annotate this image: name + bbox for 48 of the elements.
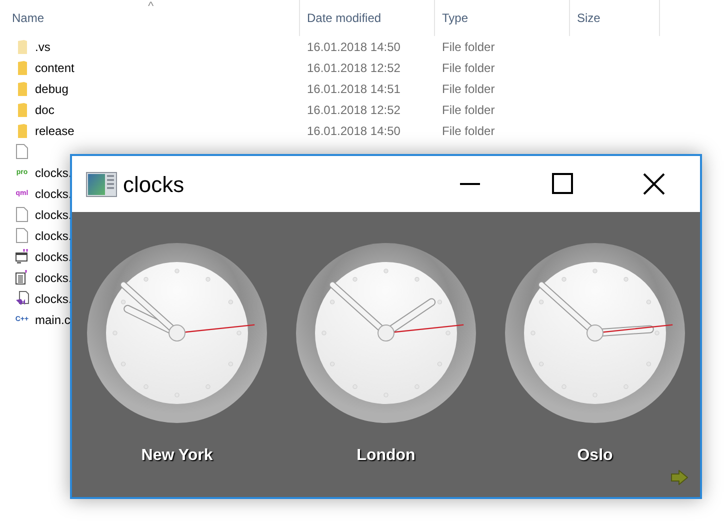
date-cell: 16.01.2018 14:50 bbox=[307, 40, 400, 54]
folder-icon bbox=[18, 82, 26, 96]
date-cell: 16.01.2018 14:51 bbox=[307, 82, 400, 96]
type-cell: File folder bbox=[442, 124, 495, 138]
file-icon bbox=[16, 144, 28, 159]
minimize-icon bbox=[459, 183, 481, 185]
file-name[interactable]: doc bbox=[35, 100, 54, 118]
file-name[interactable]: clocks. bbox=[35, 226, 72, 244]
file-name[interactable]: debug bbox=[35, 80, 68, 98]
file-name[interactable]: .vs bbox=[35, 38, 50, 56]
resource-file-icon bbox=[15, 270, 29, 285]
type-cell: File folder bbox=[442, 102, 495, 116]
date-cell: 16.01.2018 14:50 bbox=[307, 124, 400, 138]
window-title: clocks bbox=[123, 170, 184, 198]
column-header[interactable]: Type bbox=[442, 9, 468, 27]
city-label: New York bbox=[141, 446, 213, 466]
file-name[interactable]: clocks. bbox=[35, 164, 72, 182]
project-file-icon bbox=[16, 291, 28, 306]
folder-icon bbox=[18, 102, 26, 116]
arrow-right-icon[interactable] bbox=[671, 470, 688, 485]
file-name[interactable]: release bbox=[35, 122, 74, 140]
type-cell: File folder bbox=[442, 60, 495, 74]
date-cell: 16.01.2018 12:52 bbox=[307, 102, 400, 116]
folder-icon bbox=[18, 40, 26, 54]
file-name[interactable]: clocks. bbox=[35, 268, 72, 286]
file-name[interactable]: content bbox=[35, 58, 74, 76]
city-label: Oslo bbox=[577, 446, 613, 466]
file-name[interactable]: main.c bbox=[35, 310, 70, 328]
column-header[interactable]: Name bbox=[12, 9, 44, 27]
file-name[interactable]: clocks. bbox=[35, 290, 72, 308]
type-cell: File folder bbox=[442, 40, 495, 54]
column-header[interactable]: Date modified bbox=[307, 9, 382, 27]
sort-indicator: ^ bbox=[148, 0, 154, 15]
city-label: London bbox=[356, 446, 416, 466]
close-icon bbox=[643, 173, 665, 195]
maximize-icon bbox=[551, 173, 573, 195]
folder-icon bbox=[18, 124, 26, 138]
type-cell: File folder bbox=[442, 82, 495, 96]
column-header[interactable]: Size bbox=[577, 9, 600, 27]
form-file-icon bbox=[15, 249, 29, 264]
date-cell: 16.01.2018 12:52 bbox=[307, 60, 400, 74]
file-icon bbox=[16, 228, 28, 243]
folder-icon bbox=[18, 60, 26, 74]
file-icon bbox=[16, 207, 28, 222]
file-name[interactable]: clocks. bbox=[35, 184, 72, 202]
file-name[interactable]: clocks. bbox=[35, 248, 72, 266]
file-name[interactable]: clocks. bbox=[35, 206, 72, 224]
app-icon bbox=[86, 172, 117, 196]
